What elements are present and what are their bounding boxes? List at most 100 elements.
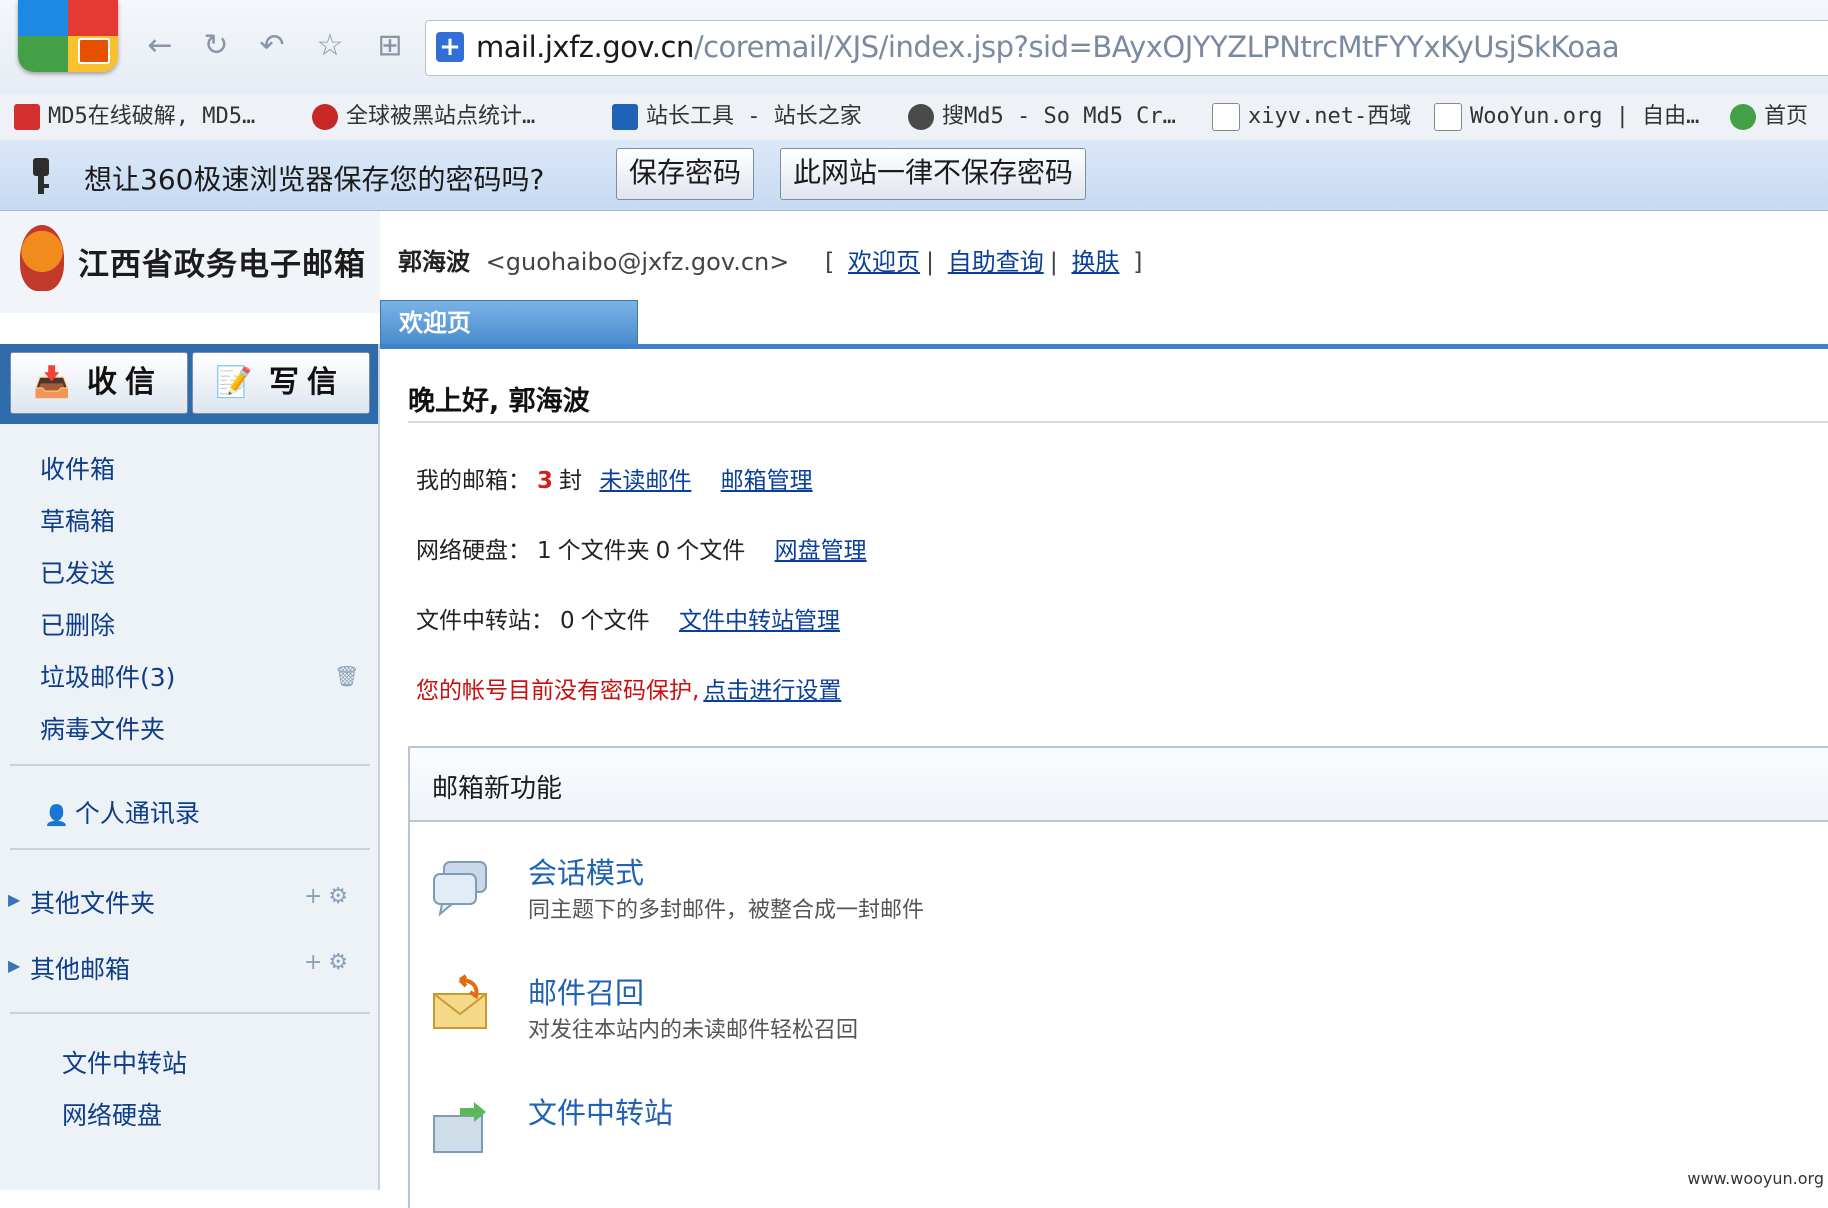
unread-count: 3 — [537, 468, 554, 494]
transfer-summary: 文件中转站： 0 个文件 文件中转站管理 — [416, 601, 840, 635]
password-protection-warning: 您的帐号目前没有密码保护, 点击进行设置 — [416, 671, 841, 705]
star-icon[interactable]: ☆ — [310, 26, 350, 66]
transfer-manage-link[interactable]: 文件中转站管理 — [679, 608, 840, 634]
bookmark-md5-crack[interactable]: MD5在线破解, MD5… — [14, 102, 255, 132]
self-service-link[interactable]: 自助查询 — [948, 248, 1044, 276]
tree-other-mailboxes[interactable]: 其他邮箱 — [30, 950, 130, 986]
url-path: /coremail/XJS/index.jsp?sid=BAyxOJYYZLPN… — [693, 30, 1620, 64]
grid-icon[interactable]: ⊞ — [370, 26, 410, 66]
compose-mail-button[interactable]: 📝 写信 — [192, 352, 370, 414]
dragon-icon — [312, 104, 338, 130]
brand-name: 江西省政务电子邮箱 — [78, 247, 366, 283]
bookmark-home[interactable]: 首页 — [1730, 102, 1808, 132]
greeting: 晚上好, 郭海波 — [408, 386, 590, 417]
new-features-header: 邮箱新功能 — [410, 748, 1828, 822]
folder-spam[interactable]: 垃圾邮件(3) — [40, 658, 175, 694]
folder-add-settings-icon[interactable]: +⚙ — [304, 884, 354, 909]
new-features-title: 邮箱新功能 — [432, 774, 563, 804]
warning-text: 您的帐号目前没有密码保护, — [416, 678, 700, 704]
browser-logo-icon[interactable] — [18, 0, 118, 72]
mailbox-manage-link[interactable]: 邮箱管理 — [721, 468, 813, 494]
md5-logo-icon — [908, 104, 934, 130]
url-text[interactable]: mail.jxfz.gov.cn/coremail/XJS/index.jsp?… — [476, 30, 1620, 64]
contacts-link[interactable]: 👤 个人通讯录 — [44, 794, 200, 830]
chart-icon — [612, 104, 638, 130]
md5-site-icon — [14, 104, 40, 130]
disk-manage-link[interactable]: 网盘管理 — [775, 538, 867, 564]
key-icon — [33, 158, 49, 194]
receive-mail-button[interactable]: 📥 收信 — [10, 352, 188, 414]
feature-desc: 对发往本站内的未读邮件轻松召回 — [528, 1018, 859, 1043]
bracket-open: [ — [824, 248, 835, 276]
folder-inbox[interactable]: 收件箱 — [40, 450, 115, 486]
disk-file-count: 0 — [655, 538, 671, 564]
folder-drafts[interactable]: 草稿箱 — [40, 502, 115, 538]
folder-virus[interactable]: 病毒文件夹 — [40, 710, 165, 746]
compose-label: 写信 — [269, 365, 345, 400]
file-transfer-icon — [433, 1102, 486, 1153]
mailbox-add-settings-icon[interactable]: +⚙ — [304, 950, 354, 975]
plus-icon — [1730, 104, 1756, 130]
feature-title[interactable]: 邮件召回 — [528, 970, 644, 1012]
tool-file-transfer[interactable]: 文件中转站 — [62, 1044, 187, 1080]
tab-welcome[interactable]: 欢迎页 — [380, 300, 638, 344]
disk-file-unit: 个文件 — [676, 538, 746, 564]
inbox-download-icon: 📥 — [33, 365, 71, 400]
back-icon[interactable]: ← — [140, 26, 180, 66]
refresh-icon[interactable]: ↻ — [196, 26, 236, 66]
feature-title[interactable]: 文件中转站 — [528, 1090, 673, 1132]
user-info: 郭海波 <guohaibo@jxfz.gov.cn> [ 欢迎页 | 自助查询 | … — [398, 242, 1142, 277]
address-bar[interactable]: + mail.jxfz.gov.cn/coremail/XJS/index.js… — [425, 20, 1828, 76]
feature-title[interactable]: 会话模式 — [528, 850, 644, 892]
transfer-unit: 个文件 — [580, 608, 650, 634]
bookmark-xiyv[interactable]: xiyv.net-西域 — [1212, 102, 1411, 132]
disk-label: 网络硬盘： — [416, 538, 531, 564]
bookmark-label: 首页 — [1764, 104, 1809, 129]
url-host: mail.jxfz.gov.cn — [476, 30, 694, 64]
bookmark-hacked-sites[interactable]: 全球被黑站点统计… — [312, 102, 535, 132]
bookmark-label: 站长工具 - 站长之家 — [646, 104, 862, 129]
bracket-close: ] — [1133, 248, 1143, 276]
bookmark-label: 全球被黑站点统计… — [346, 104, 536, 129]
bookmark-label: xiyv.net-西域 — [1248, 104, 1412, 129]
expand-arrow-icon[interactable]: ▶ — [8, 890, 20, 909]
user-email: <guohaibo@jxfz.gov.cn> — [485, 248, 790, 276]
bookmark-chinaz[interactable]: 站长工具 - 站长之家 — [612, 102, 862, 132]
unread-mail-link[interactable]: 未读邮件 — [599, 468, 691, 494]
sidebar-divider — [10, 764, 370, 766]
bookmark-wooyun[interactable]: WooYun.org | 自由… — [1434, 102, 1699, 132]
new-features-panel: 邮箱新功能 会话模式 同主题下的多封邮件，被整合成一封邮件 邮件召回 对发往本站… — [408, 746, 1828, 1208]
folder-deleted[interactable]: 已删除 — [40, 606, 115, 642]
tree-other-folders[interactable]: 其他文件夹 — [30, 884, 155, 920]
bookmarks-bar: MD5在线破解, MD5… 全球被黑站点统计… 站长工具 - 站长之家 搜Md5… — [0, 94, 1828, 141]
browser-toolbar: ← ↻ ↶ ☆ ⊞ + mail.jxfz.gov.cn/coremail/XJ… — [0, 0, 1828, 95]
page-icon — [1434, 103, 1462, 131]
password-save-bar: 想让360极速浏览器保存您的密码吗? 保存密码 此网站一律不保存密码 — [0, 140, 1828, 211]
clear-spam-icon[interactable]: 🗑 — [334, 664, 359, 688]
page-icon — [1212, 103, 1240, 131]
disk-folder-count: 1 — [537, 538, 552, 564]
tab-bar: 欢迎页 — [380, 300, 1828, 349]
mail-brand: 江西省政务电子邮箱 — [0, 211, 380, 313]
sidebar: 📥 收信 📝 写信 收件箱 草稿箱 已发送 已删除 垃圾邮件(3) 🗑 病毒文件… — [0, 344, 380, 1190]
setup-protection-link[interactable]: 点击进行设置 — [703, 678, 841, 704]
sidebar-divider — [10, 848, 370, 850]
security-shield-icon: + — [436, 32, 464, 62]
expand-arrow-icon[interactable]: ▶ — [8, 956, 20, 975]
conversation-icon — [433, 861, 487, 917]
undo-icon[interactable]: ↶ — [252, 26, 292, 66]
change-skin-link[interactable]: 换肤 — [1071, 248, 1119, 276]
feature-desc: 同主题下的多封邮件，被整合成一封邮件 — [528, 898, 925, 923]
save-password-button[interactable]: 保存密码 — [616, 148, 755, 200]
mail-recall-icon — [433, 974, 487, 1029]
welcome-link[interactable]: 欢迎页 — [848, 248, 920, 276]
watermark: www.wooyun.org — [1687, 1169, 1824, 1188]
never-save-password-button[interactable]: 此网站一律不保存密码 — [780, 148, 1087, 200]
compose-pencil-icon: 📝 — [215, 365, 253, 400]
folder-sent[interactable]: 已发送 — [40, 554, 115, 590]
tool-network-disk[interactable]: 网络硬盘 — [62, 1096, 162, 1132]
action-bar: 📥 收信 📝 写信 — [0, 344, 378, 424]
bookmark-somd5[interactable]: 搜Md5 - So Md5 Cr… — [908, 102, 1176, 132]
bookmark-label: MD5在线破解, MD5… — [48, 104, 256, 129]
mailbox-label: 我的邮箱： — [416, 468, 531, 494]
